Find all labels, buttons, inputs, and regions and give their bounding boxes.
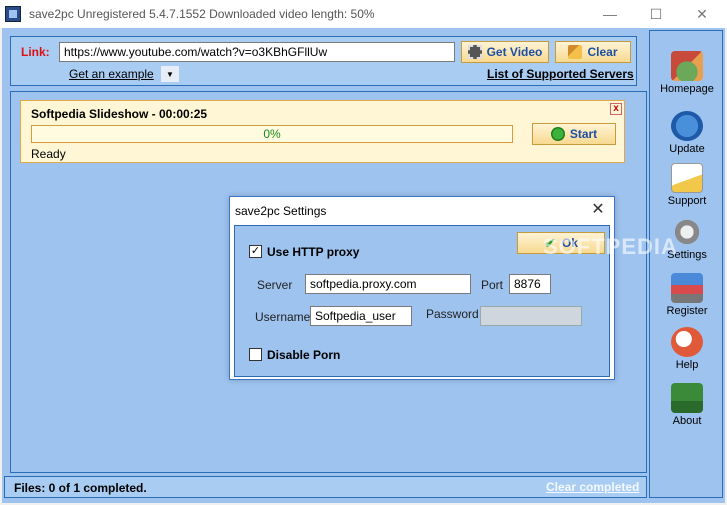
clear-completed-link[interactable]: Clear completed (546, 480, 639, 494)
title-bar: save2pc Unregistered 5.4.7.1552 Download… (0, 0, 727, 28)
minimize-button[interactable]: — (587, 0, 633, 28)
sidebar-item-support[interactable]: Support (650, 163, 724, 213)
film-icon (467, 45, 482, 59)
server-field[interactable] (305, 274, 471, 294)
get-video-label: Get Video (486, 45, 543, 59)
support-notepad-icon (671, 163, 703, 193)
disable-porn-label: Disable Porn (267, 348, 341, 362)
dialog-title: save2pc Settings (235, 204, 327, 218)
home-icon (671, 51, 703, 81)
app-icon (5, 6, 21, 22)
about-icon (671, 383, 703, 413)
sidebar-item-help[interactable]: Help (650, 327, 724, 377)
close-button[interactable]: ✕ (679, 0, 725, 28)
remove-item-icon[interactable]: x (610, 103, 622, 115)
cart-icon (671, 273, 703, 303)
download-status: Ready (31, 147, 66, 161)
window-title: save2pc Unregistered 5.4.7.1552 Download… (29, 7, 375, 21)
use-proxy-label: Use HTTP proxy (267, 245, 360, 259)
check-icon: ✓ (250, 245, 261, 257)
example-dropdown-button[interactable]: ▼ (161, 66, 179, 82)
sidebar-item-label: Help (675, 359, 699, 371)
get-example-link[interactable]: Get an example (69, 67, 154, 81)
sidebar-item-homepage[interactable]: Homepage (650, 51, 724, 101)
watermark: SOFTPEDIA (543, 234, 678, 259)
chevron-down-icon: ▼ (166, 69, 174, 79)
username-field[interactable] (310, 306, 412, 326)
start-button[interactable]: Start (532, 123, 616, 145)
help-icon (671, 327, 703, 357)
link-panel: Link: Get Video Clear Get an example ▼ L… (10, 36, 637, 86)
download-item: Softpedia Slideshow - 00:00:25 x 0% Star… (20, 100, 625, 163)
sidebar: Homepage Update Support Settings Registe… (649, 30, 723, 498)
url-input[interactable] (59, 42, 455, 62)
get-video-button[interactable]: Get Video (461, 41, 549, 63)
settings-dialog: save2pc Settings ✕ ✓ Use HTTP proxy ✔ Ok… (229, 196, 615, 380)
sidebar-item-update[interactable]: Update (650, 111, 724, 161)
progress-text: 0% (263, 127, 281, 141)
port-field[interactable] (509, 274, 551, 294)
disable-porn-checkbox[interactable] (249, 348, 262, 361)
password-field[interactable] (480, 306, 582, 326)
supported-servers-link[interactable]: List of Supported Servers (487, 67, 634, 81)
username-label: Username (255, 310, 311, 324)
sidebar-item-label: Register (666, 305, 708, 317)
start-icon (550, 127, 565, 141)
sidebar-item-label: Homepage (660, 83, 714, 95)
sidebar-item-register[interactable]: Register (650, 273, 724, 323)
status-bar: Files: 0 of 1 completed. Clear completed (4, 476, 647, 498)
start-label: Start (569, 127, 598, 141)
server-label: Server (257, 278, 293, 292)
progress-bar: 0% (31, 125, 513, 143)
clear-label: Clear (587, 45, 618, 59)
sidebar-item-label: About (672, 415, 702, 427)
maximize-button[interactable]: ☐ (633, 0, 679, 28)
sidebar-item-label: Support (667, 195, 707, 207)
link-label: Link: (21, 45, 50, 59)
dialog-close-button[interactable]: ✕ (586, 200, 610, 220)
update-globe-icon (671, 111, 703, 141)
password-label: Password (426, 307, 479, 321)
files-count: Files: 0 of 1 completed. (14, 481, 147, 495)
port-label: Port (481, 278, 504, 292)
clear-button[interactable]: Clear (555, 41, 631, 63)
use-proxy-checkbox[interactable]: ✓ (249, 245, 262, 258)
sidebar-item-label: Update (669, 143, 705, 155)
broom-icon (568, 45, 583, 59)
sidebar-item-about[interactable]: About (650, 383, 724, 433)
download-title: Softpedia Slideshow - 00:00:25 (31, 107, 208, 121)
